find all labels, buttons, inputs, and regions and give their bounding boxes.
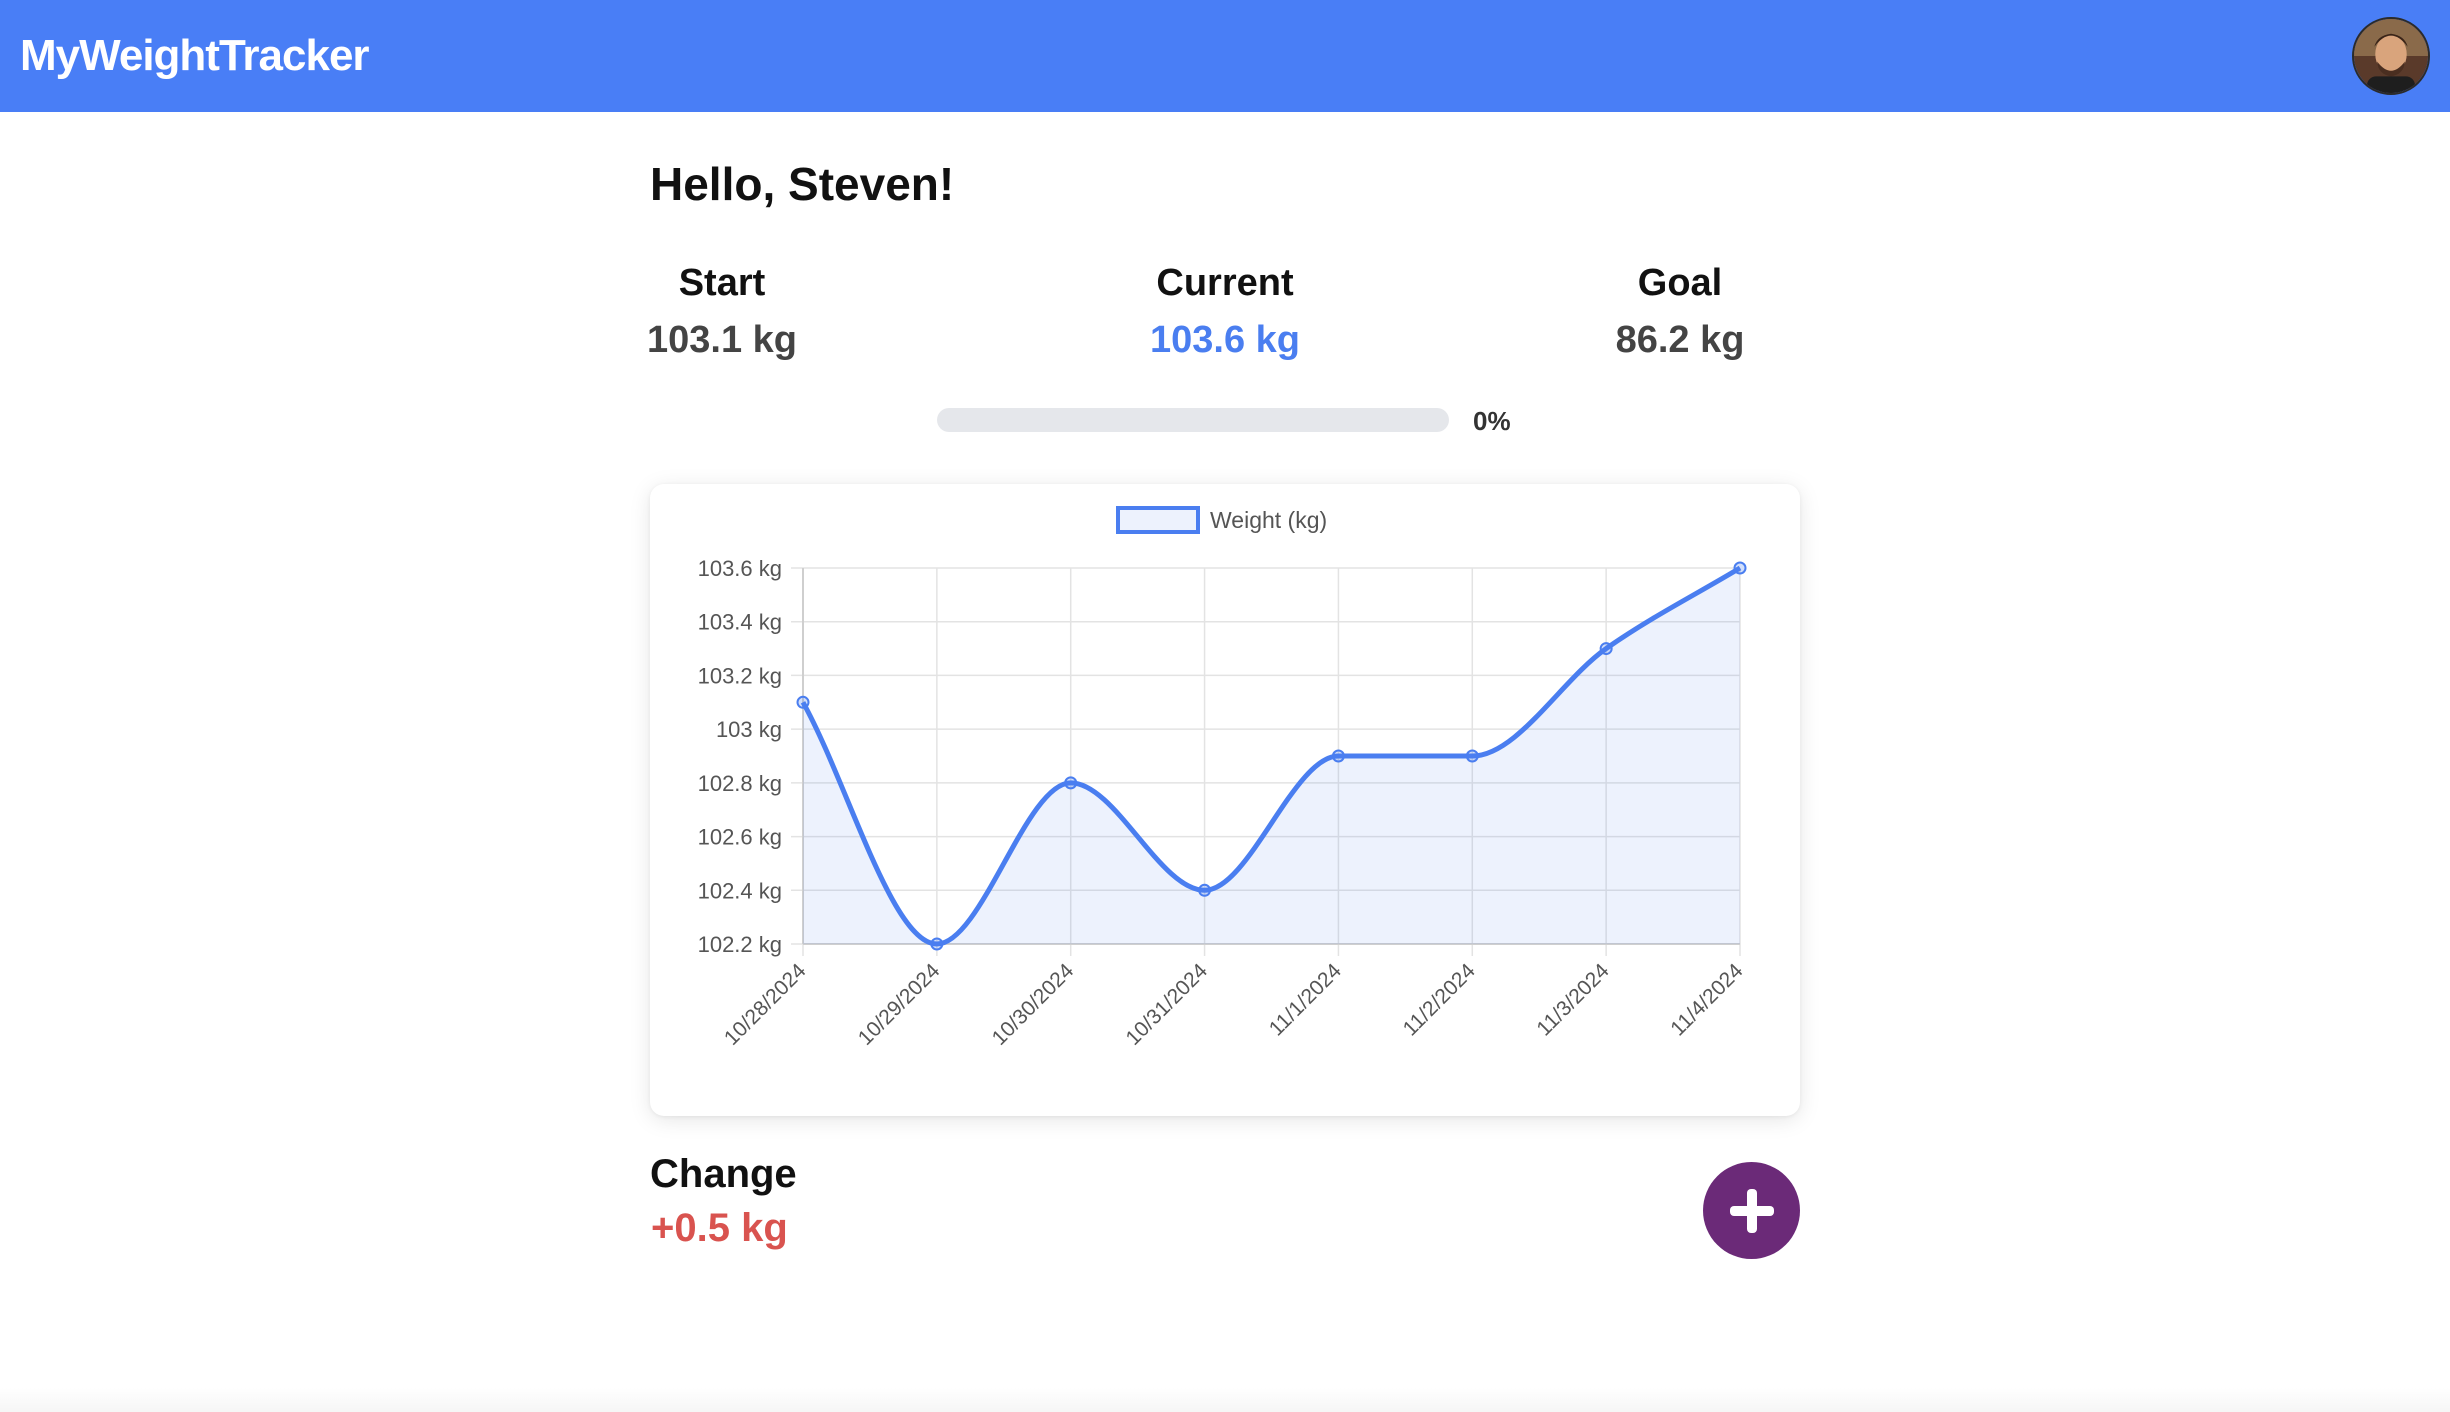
start-stat: Start 103.1 kg [572, 262, 872, 362]
page-footer-shade [0, 1388, 2450, 1412]
legend-swatch [1116, 506, 1200, 534]
x-tick-label: 11/3/2024 [1532, 959, 1613, 1040]
x-tick-label: 10/28/2024 [720, 959, 811, 1050]
data-point [1599, 642, 1613, 656]
x-tick-label: 11/4/2024 [1666, 959, 1747, 1040]
change-value: +0.5 kg [651, 1206, 788, 1250]
weight-chart-card: 102.2 kg 102.4 kg 102.6 kg 102.8 kg 103 kg 10… [650, 484, 1800, 1116]
y-tick-label: 102.4 kg [698, 878, 782, 903]
x-tick-label: 10/29/2024 [854, 959, 945, 1050]
current-stat: Current 103.6 kg [1075, 262, 1375, 362]
legend-label: Weight (kg) [1210, 507, 1327, 533]
y-tick-label: 102.6 kg [698, 825, 782, 850]
app-brand[interactable]: MyWeightTracker [20, 31, 370, 81]
change-label: Change [650, 1152, 797, 1196]
weight-area-fill [803, 568, 1740, 944]
x-tick-label: 11/2/2024 [1399, 959, 1480, 1040]
y-tick-label: 103 kg [716, 717, 782, 742]
data-point [930, 937, 944, 951]
user-avatar[interactable] [2352, 17, 2430, 95]
data-point [1064, 776, 1078, 790]
x-tick-label: 11/1/2024 [1265, 959, 1346, 1040]
y-tick-label: 103.6 kg [698, 556, 782, 581]
goal-progress-bar [937, 408, 1449, 432]
plus-icon [1729, 1188, 1774, 1233]
data-point [1465, 749, 1479, 763]
top-navbar: MyWeightTracker [0, 0, 2450, 112]
current-label: Current [1156, 262, 1294, 304]
goal-stat: Goal 86.2 kg [1530, 262, 1830, 362]
goal-progress-text: 0% [1473, 406, 1511, 436]
start-value: 103.1 kg [647, 319, 797, 361]
start-label: Start [678, 262, 766, 304]
x-tick-label: 10/31/2024 [1122, 959, 1213, 1050]
x-tick-label: 10/30/2024 [988, 959, 1079, 1050]
data-point [1331, 749, 1345, 763]
avatar-image [2354, 19, 2428, 93]
y-tick-label: 102.8 kg [698, 771, 782, 796]
goal-label: Goal [1637, 262, 1723, 304]
data-point [796, 695, 810, 709]
weight-line-chart: 102.2 kg 102.4 kg 102.6 kg 102.8 kg 103 kg 10… [698, 506, 1748, 1050]
y-tick-label: 102.2 kg [698, 932, 782, 957]
y-tick-label: 103.4 kg [698, 610, 782, 635]
current-value: 103.6 kg [1150, 319, 1300, 361]
data-point [1733, 561, 1747, 575]
add-weight-button[interactable] [1703, 1162, 1800, 1259]
greeting-heading: Hello, Steven! [650, 158, 955, 210]
y-tick-label: 103.2 kg [698, 663, 782, 688]
data-point [1198, 883, 1212, 897]
goal-value: 86.2 kg [1615, 319, 1745, 361]
